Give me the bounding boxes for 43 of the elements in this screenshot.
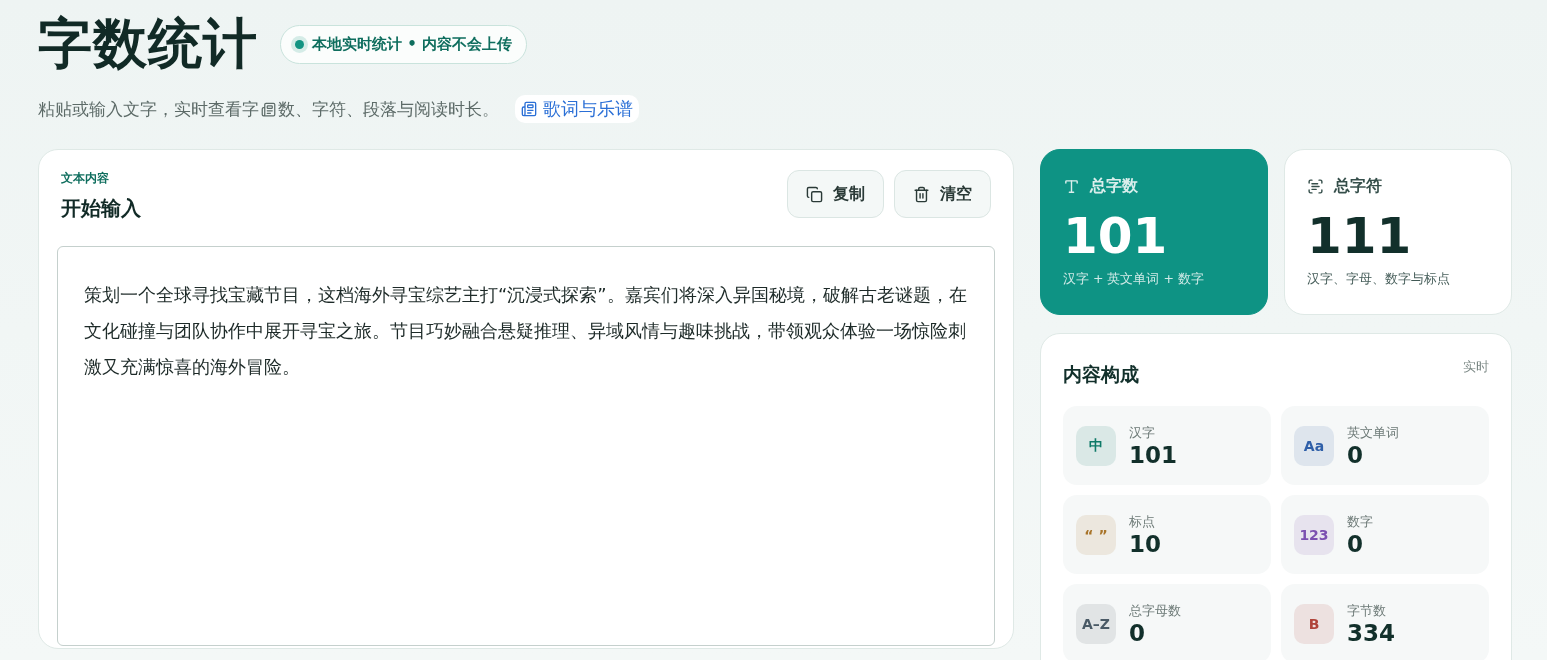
subtitle: 粘贴或输入文字，实时查看字 — [38, 97, 259, 121]
live-tag: 实时 — [1463, 358, 1489, 388]
item-label: 汉字 — [1129, 423, 1156, 442]
stat-label: 总字数 — [1090, 176, 1138, 197]
text-icon — [1063, 178, 1080, 195]
type-badge: A–Z — [1076, 603, 1116, 644]
copy-icon — [806, 185, 823, 203]
type-badge: 123 — [1294, 514, 1334, 555]
clear-button[interactable]: 清空 — [894, 170, 991, 218]
item-value: 101 — [1129, 441, 1177, 468]
type-badge: B — [1294, 603, 1334, 644]
lyrics-link[interactable]: 歌词与乐谱 — [515, 95, 639, 123]
item-label: 字节数 — [1347, 601, 1387, 620]
item-value: 10 — [1129, 530, 1161, 557]
trash-icon — [913, 185, 930, 203]
page-title: 字数统计 — [38, 11, 258, 77]
item-label: 数字 — [1347, 512, 1373, 531]
subtitle: 数、字符、段落与阅读时长。 — [278, 97, 499, 121]
item-value: 0 — [1347, 441, 1364, 468]
stat-value: 101 — [1063, 207, 1169, 265]
item-label: 标点 — [1129, 512, 1156, 531]
section-eyebrow: 文本内容 — [61, 170, 110, 187]
stat-note: 汉字 + 英文单词 + 数字 — [1063, 271, 1205, 288]
item-value: 0 — [1347, 530, 1364, 557]
newspaper-icon — [261, 101, 276, 117]
item-value: 334 — [1347, 619, 1395, 646]
type-badge: Aa — [1294, 425, 1334, 466]
stat-note: 汉字、字母、数字与标点 — [1307, 271, 1451, 288]
section-title: 开始输入 — [61, 195, 141, 222]
type-badge: 中 — [1076, 425, 1116, 466]
composition-title: 内容构成 — [1063, 362, 1139, 387]
copy-button[interactable]: 复制 — [787, 170, 884, 218]
text-input-field[interactable]: 策划一个全球寻找宝藏节目，这档海外寻宝综艺主打“沉浸式探索”。嘉宾们将深入异国秘境，破解古老谜题，在文化碰撞与团队协作中展开寻宝之旅。节目巧妙融合悬疑推理、异域风情与趣味挑战，带领观众体验一场惊险刺激又充满惊喜的海外冒险。 — [57, 246, 995, 646]
item-label: 英文单词 — [1347, 423, 1399, 442]
stat-label: 总字符 — [1334, 176, 1382, 197]
badge-text: 本地实时统计 • 内容不会上传 — [312, 35, 513, 54]
type-badge: “ ” — [1076, 514, 1116, 555]
item-label: 总字母数 — [1129, 601, 1181, 620]
newspaper-icon — [521, 101, 537, 117]
link-text[interactable]: 歌词与乐谱 — [543, 97, 633, 121]
stat-value: 111 — [1307, 207, 1413, 265]
scan-text-icon — [1307, 178, 1324, 195]
item-value: 0 — [1129, 619, 1146, 646]
